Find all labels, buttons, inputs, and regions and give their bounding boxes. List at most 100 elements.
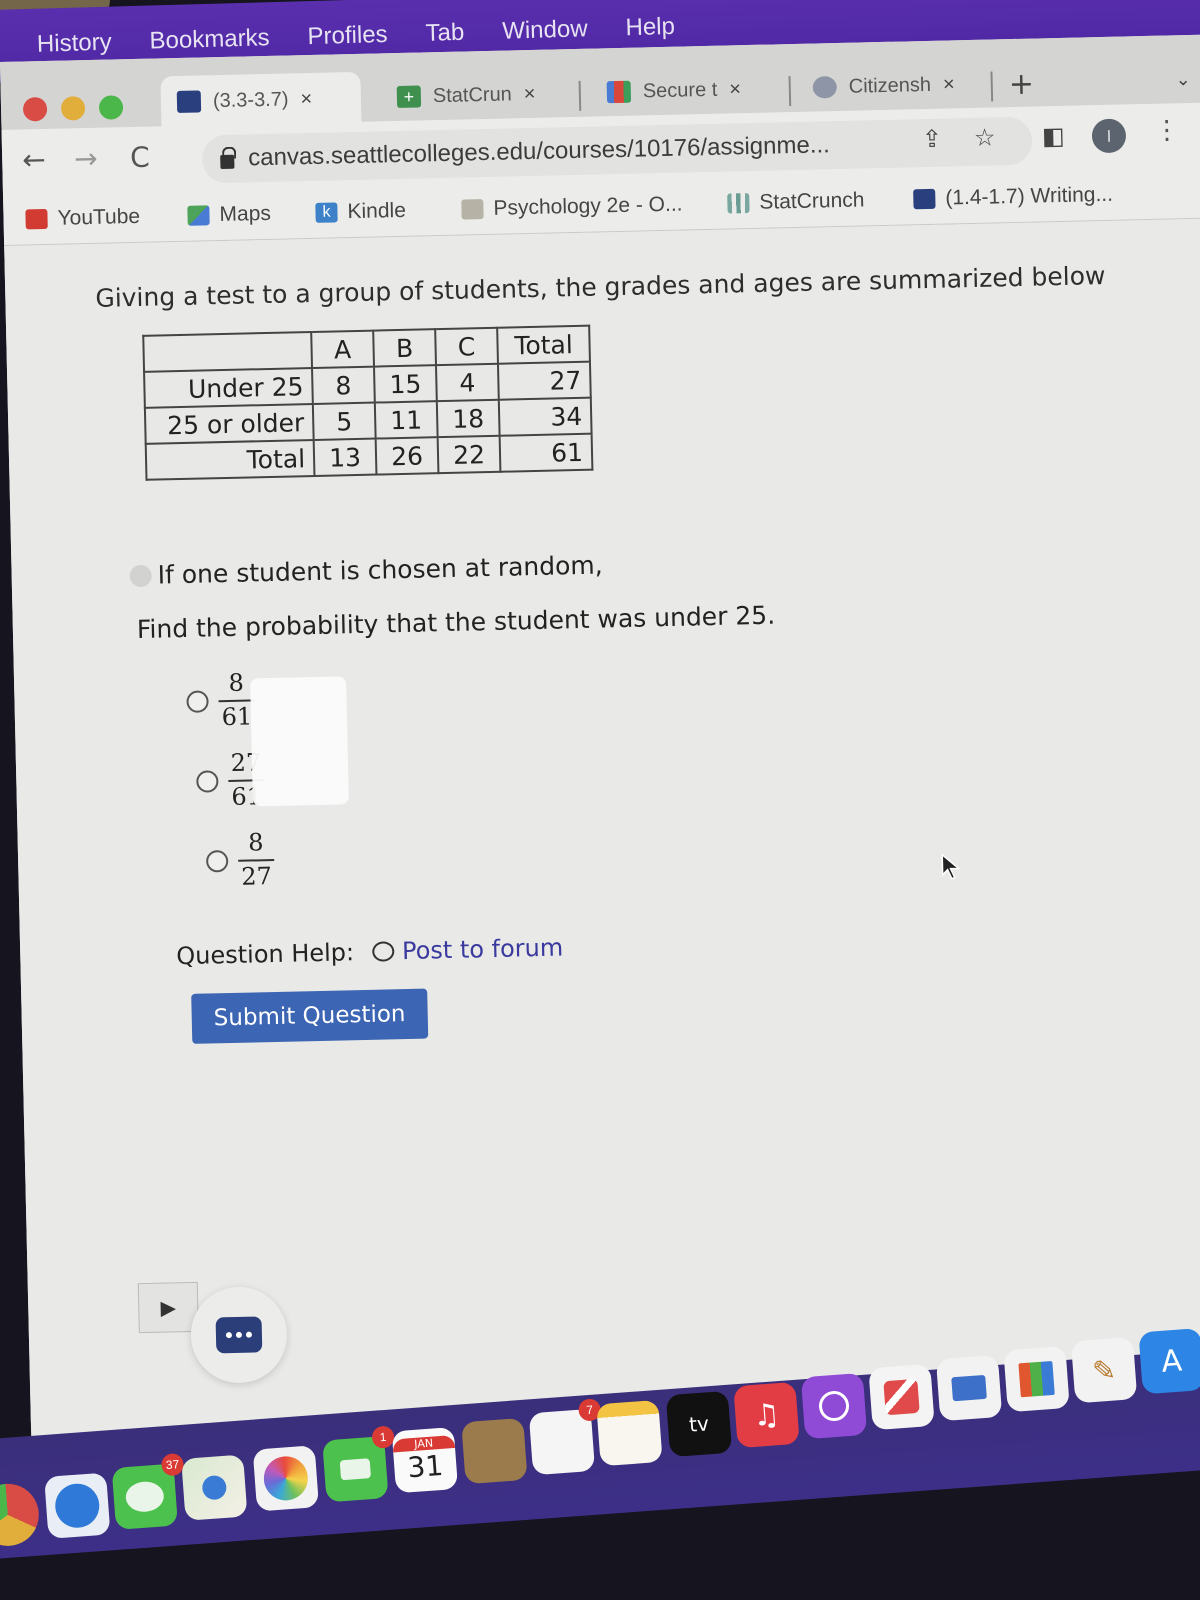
apple-tv-label: tv <box>688 1411 710 1437</box>
tab-statcrunch[interactable]: + StatCrun × <box>380 67 571 123</box>
chat-button[interactable] <box>189 1285 289 1384</box>
dock-notes[interactable] <box>596 1399 663 1467</box>
dock-news[interactable] <box>868 1363 935 1431</box>
pages-pen-icon: ✎ <box>1091 1352 1118 1388</box>
bookmark-label: (1.4-1.7) Writing... <box>945 182 1114 210</box>
bookmark-kindle[interactable]: k Kindle <box>315 199 406 225</box>
dock-reminders[interactable]: 7 <box>528 1398 602 1476</box>
forward-button[interactable]: → <box>74 142 98 176</box>
close-tab-icon[interactable]: × <box>729 78 741 101</box>
kindle-icon: k <box>315 202 338 223</box>
dock-calendar[interactable]: JAN 31 <box>391 1426 459 1494</box>
denominator: 27 <box>240 862 273 891</box>
dock-podcasts[interactable] <box>800 1372 868 1440</box>
profile-avatar[interactable]: I <box>1091 118 1127 154</box>
notification-badge: 37 <box>160 1452 185 1477</box>
close-window-button[interactable] <box>22 96 48 122</box>
tab-title: Citizensh <box>848 73 932 98</box>
row-label: Total <box>145 439 315 480</box>
side-panel-icon[interactable]: ◧ <box>1042 122 1065 151</box>
dock-music[interactable]: ♫ <box>733 1381 800 1449</box>
dock-chrome[interactable] <box>0 1481 41 1549</box>
bookmark-writing[interactable]: (1.4-1.7) Writing... <box>913 183 1113 212</box>
table-cell: 26 <box>375 437 439 475</box>
dock-keynote[interactable] <box>935 1354 1003 1422</box>
maps-icon <box>187 205 210 226</box>
radio-button[interactable] <box>196 770 219 793</box>
question-intro: Giving a test to a group of students, th… <box>95 260 1106 313</box>
row-label: 25 or older <box>144 403 314 444</box>
close-tab-icon[interactable]: × <box>300 87 312 110</box>
podcasts-icon <box>817 1389 851 1423</box>
radio-button[interactable] <box>205 850 229 873</box>
bookmark-statcrunch[interactable]: StatCrunch <box>727 188 865 215</box>
tab-gmail[interactable]: Secure t × <box>590 62 781 118</box>
table-cell: 27 <box>497 361 591 400</box>
table-cell: 5 <box>312 402 376 440</box>
minimize-window-button[interactable] <box>60 96 86 121</box>
post-to-forum-link[interactable]: Post to forum <box>371 933 564 965</box>
answer-option[interactable]: 8 27 <box>205 820 275 902</box>
radio-button[interactable] <box>186 690 209 713</box>
tab-title: StatCrun <box>432 82 513 107</box>
bookmark-star-icon[interactable]: ☆ <box>974 123 996 151</box>
facetime-icon <box>339 1458 372 1481</box>
close-tab-icon[interactable]: × <box>524 82 536 105</box>
dock-messages[interactable]: 37 <box>111 1452 185 1530</box>
reload-button[interactable]: C <box>130 141 150 174</box>
question-prompt-2: Find the probability that the student wa… <box>136 600 776 645</box>
forum-link-text[interactable]: Post to forum <box>402 933 564 965</box>
table-header-cell: C <box>435 327 498 366</box>
menu-window[interactable]: Window <box>502 15 588 45</box>
dock-photos[interactable] <box>252 1445 320 1512</box>
keynote-icon <box>951 1374 987 1402</box>
question-help: Question Help: Post to forum <box>176 933 563 970</box>
table-header-cell: B <box>373 329 436 367</box>
bookmark-label: Kindle <box>347 198 407 224</box>
dock-apple-tv[interactable]: tv <box>665 1390 733 1458</box>
menu-bookmarks[interactable]: Bookmarks <box>149 24 270 55</box>
new-tab-button[interactable]: + <box>1008 67 1034 103</box>
tab-title: Secure t <box>642 78 718 102</box>
table-cell: 34 <box>498 397 592 436</box>
address-bar[interactable]: canvas.seattlecolleges.edu/courses/10176… <box>201 116 1033 184</box>
back-button[interactable]: ← <box>22 143 46 177</box>
table-cell: 22 <box>437 435 501 474</box>
tab-separator <box>578 80 582 111</box>
collapse-sidebar-button[interactable]: ▶ <box>137 1281 199 1334</box>
statcrunch-icon <box>727 193 750 214</box>
menu-profiles[interactable]: Profiles <box>307 21 388 51</box>
youtube-icon <box>25 208 48 230</box>
menu-tab[interactable]: Tab <box>425 19 464 48</box>
bookmark-youtube[interactable]: YouTube <box>25 205 140 232</box>
bookmark-psychology[interactable]: Psychology 2e - O... <box>461 193 683 222</box>
app-store-icon: A <box>1160 1342 1184 1380</box>
dock-pages[interactable]: ✎ <box>1070 1336 1138 1404</box>
dock-numbers[interactable] <box>1003 1345 1070 1413</box>
dock-app-store[interactable]: A <box>1138 1328 1200 1395</box>
close-tab-icon[interactable]: × <box>943 73 955 96</box>
browser-menu-icon[interactable]: ⋮ <box>1154 115 1181 146</box>
window-controls <box>22 95 124 122</box>
submit-question-button[interactable]: Submit Question <box>191 988 429 1044</box>
table-header-cell <box>143 332 313 372</box>
maximize-window-button[interactable] <box>98 95 124 120</box>
lock-icon[interactable] <box>220 154 235 170</box>
tab-search-chevron-icon[interactable]: ⌄ <box>1175 69 1191 90</box>
dock-maps[interactable] <box>181 1454 248 1521</box>
menu-history[interactable]: History <box>37 29 112 59</box>
numerator: 8 <box>228 669 245 698</box>
url-text[interactable]: canvas.seattlecolleges.edu/courses/10176… <box>248 131 830 172</box>
tab-citizenship[interactable]: Citizensh × <box>796 58 987 114</box>
music-note-icon: ♫ <box>751 1396 782 1434</box>
chat-icon <box>215 1316 263 1354</box>
bookmark-maps[interactable]: Maps <box>187 202 271 228</box>
share-icon[interactable]: ⇪ <box>922 125 943 153</box>
table-cell: 61 <box>499 433 593 472</box>
dock-facetime[interactable]: 1 <box>322 1425 395 1503</box>
dock-contacts[interactable] <box>461 1417 528 1485</box>
question-icon <box>129 564 152 587</box>
tab-canvas-3-3[interactable]: (3.3-3.7) × <box>160 71 362 129</box>
dock-safari[interactable] <box>44 1472 111 1539</box>
menu-help[interactable]: Help <box>625 13 675 42</box>
